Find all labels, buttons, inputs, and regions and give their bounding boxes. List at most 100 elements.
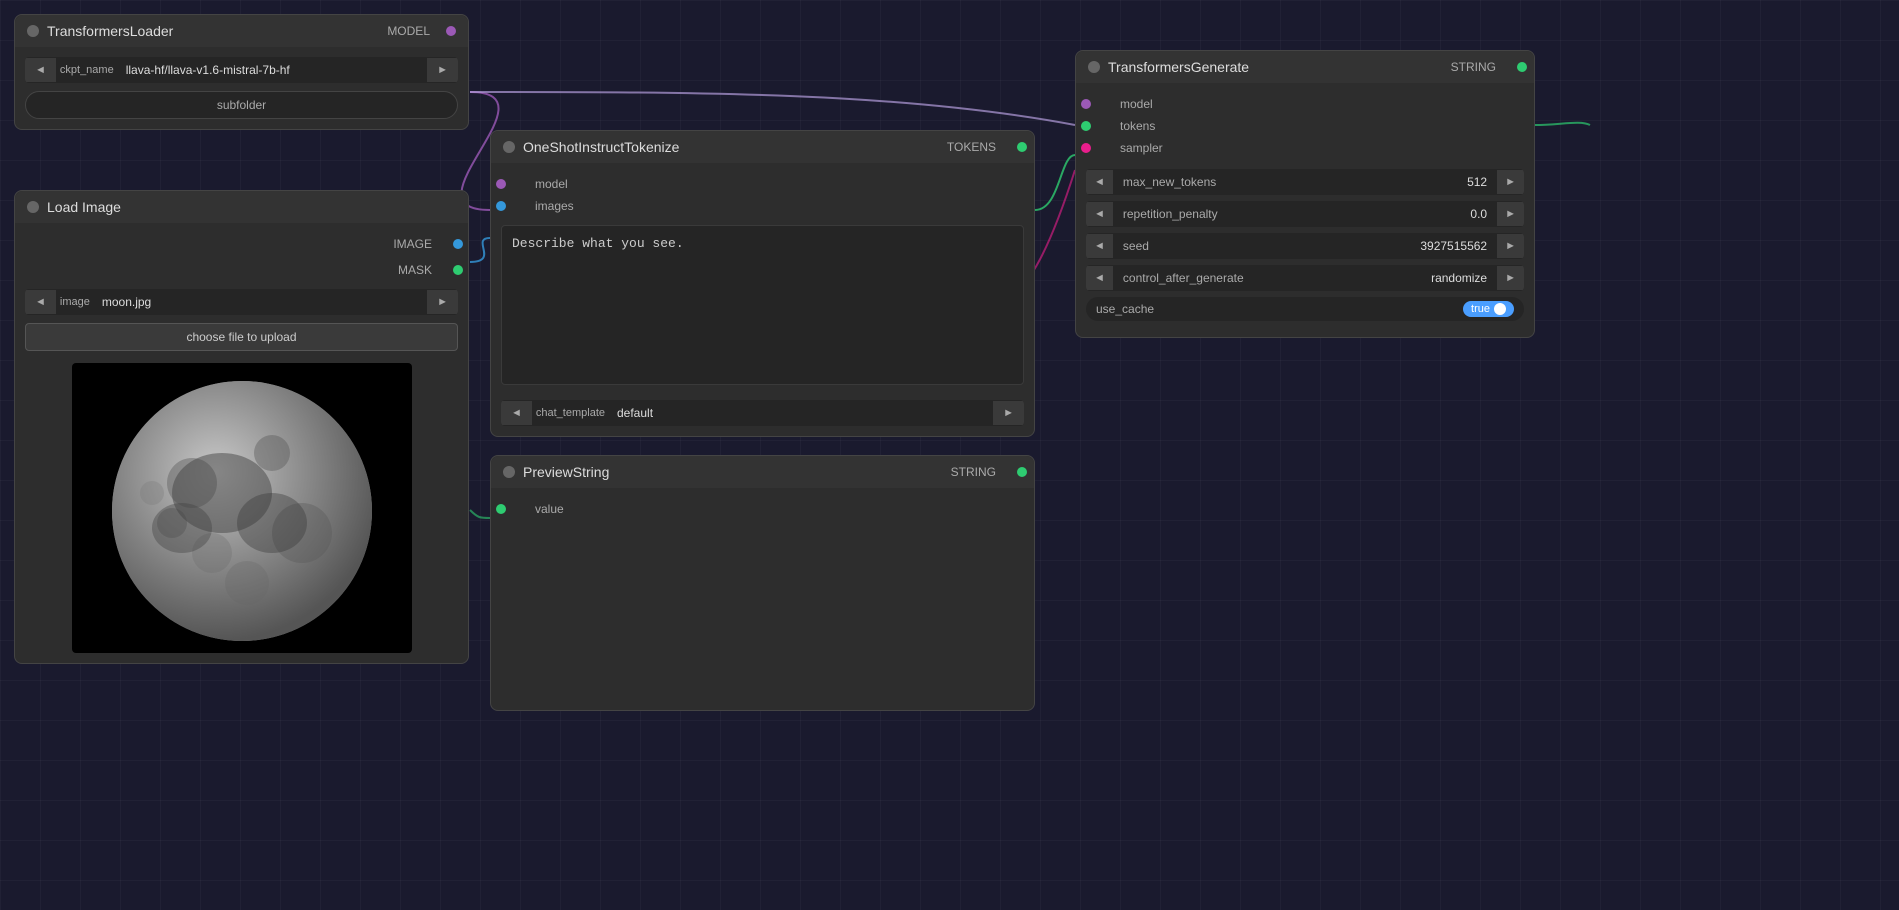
images-input-row: images [501,195,1024,217]
control-after-generate-row: ◄ control_after_generate randomize ► [1086,265,1524,291]
toggle-circle [1494,303,1506,315]
preview-string-node: PreviewString STRING value [490,455,1035,711]
preview-string-content: value [491,488,1034,710]
image-arrow-right[interactable]: ► [427,290,458,314]
transformers-loader-title: TransformersLoader [47,23,173,39]
preview-string-title: PreviewString [523,464,609,480]
chat-template-value: default [609,400,993,426]
seed-label: seed [1113,233,1410,259]
tg-tokens-input-port[interactable] [1081,121,1091,131]
control-after-generate-value: randomize [1417,265,1497,291]
model-input-label: model [535,177,568,191]
transformers-loader-node: TransformersLoader MODEL ◄ ckpt_name lla… [14,14,469,130]
max-new-tokens-row: ◄ max_new_tokens 512 ► [1086,169,1524,195]
tg-sampler-input-label: sampler [1120,141,1163,155]
repetition-penalty-label: repetition_penalty [1113,201,1417,227]
image-preview-container [25,363,458,653]
use-cache-label: use_cache [1096,302,1463,316]
max-new-tokens-value: 512 [1417,169,1497,195]
model-output-label: MODEL [387,24,430,38]
rep-penalty-arrow-left[interactable]: ◄ [1086,202,1113,226]
load-image-content: IMAGE MASK ◄ image moon.jpg ► choose fil… [15,223,468,663]
model-output-port[interactable] [446,26,456,36]
rep-penalty-arrow-right[interactable]: ► [1497,202,1524,226]
image-arrow-left[interactable]: ◄ [25,290,56,314]
ckpt-name-value: llava-hf/llava-v1.6-mistral-7b-hf [118,57,427,83]
prompt-textarea[interactable]: Describe what you see. [501,225,1024,385]
preview-string-header: PreviewString STRING [491,456,1034,488]
image-output-label: IMAGE [393,237,432,251]
string-output-port[interactable] [1017,467,1027,477]
tg-model-input-row: model [1086,93,1524,115]
seed-row: ◄ seed 3927515562 ► [1086,233,1524,259]
images-input-port[interactable] [496,201,506,211]
tg-model-input-port[interactable] [1081,99,1091,109]
chat-template-arrow-left[interactable]: ◄ [501,401,532,425]
oneshot-header: OneShotInstructTokenize TOKENS [491,131,1034,163]
tokens-output-port[interactable] [1017,142,1027,152]
oneshot-status-dot [503,141,515,153]
max-new-tokens-arrow-right[interactable]: ► [1497,170,1524,194]
ckpt-arrow-right[interactable]: ► [427,58,458,82]
transformers-generate-header: TransformersGenerate STRING [1076,51,1534,83]
tg-tokens-input-label: tokens [1120,119,1155,133]
transformers-loader-header: TransformersLoader MODEL [15,15,468,47]
use-cache-value: true [1471,303,1490,315]
use-cache-toggle[interactable]: true [1463,301,1514,317]
mask-output-port[interactable] [453,265,463,275]
max-new-tokens-arrow-left[interactable]: ◄ [1086,170,1113,194]
seed-arrow-left[interactable]: ◄ [1086,234,1113,258]
transformers-generate-title: TransformersGenerate [1108,59,1249,75]
control-after-generate-arrow-right[interactable]: ► [1497,266,1524,290]
control-after-generate-label: control_after_generate [1113,265,1417,291]
tokens-output-label: TOKENS [947,140,996,154]
ckpt-name-row: ◄ ckpt_name llava-hf/llava-v1.6-mistral-… [25,57,458,83]
subfolder-button[interactable]: subfolder [25,91,458,119]
images-input-label: images [535,199,574,213]
transformers-generate-status-dot [1088,61,1100,73]
string-output-label: STRING [951,465,996,479]
tg-tokens-input-row: tokens [1086,115,1524,137]
moon-svg [72,363,412,653]
use-cache-row: use_cache true [1086,297,1524,321]
image-selector-label: image [56,296,94,308]
value-input-port[interactable] [496,504,506,514]
ckpt-name-label: ckpt_name [56,64,118,76]
control-after-generate-arrow-left[interactable]: ◄ [1086,266,1113,290]
chat-template-arrow-right[interactable]: ► [993,401,1024,425]
preview-string-status-dot [503,466,515,478]
tg-sampler-input-row: sampler [1086,137,1524,159]
model-input-row: model [501,173,1024,195]
oneshot-instruct-tokenize-node: OneShotInstructTokenize TOKENS model ima… [490,130,1035,437]
load-image-status-dot [27,201,39,213]
load-image-node: Load Image IMAGE MASK ◄ image moon.jpg ►… [14,190,469,664]
mask-output-label: MASK [398,263,432,277]
oneshot-content: model images Describe what you see. ◄ ch… [491,163,1034,436]
oneshot-title: OneShotInstructTokenize [523,139,679,155]
tg-string-output-port[interactable] [1517,62,1527,72]
value-input-row: value [501,498,1024,520]
ckpt-arrow-left[interactable]: ◄ [25,58,56,82]
value-input-label: value [535,502,564,516]
tg-model-input-label: model [1120,97,1153,111]
transformers-loader-content: ◄ ckpt_name llava-hf/llava-v1.6-mistral-… [15,47,468,129]
repetition-penalty-row: ◄ repetition_penalty 0.0 ► [1086,201,1524,227]
seed-value: 3927515562 [1410,233,1497,259]
chat-template-label: chat_template [532,407,609,419]
image-selector-row: ◄ image moon.jpg ► [25,289,458,315]
moon-image-preview [72,363,412,653]
model-input-port[interactable] [496,179,506,189]
repetition-penalty-value: 0.0 [1417,201,1497,227]
seed-arrow-right[interactable]: ► [1497,234,1524,258]
upload-button[interactable]: choose file to upload [25,323,458,351]
transformers-loader-status-dot [27,25,39,37]
image-file-value: moon.jpg [94,289,427,315]
max-new-tokens-label: max_new_tokens [1113,169,1417,195]
transformers-generate-content: model tokens sampler ◄ max_new_tokens 51… [1076,83,1534,337]
tg-string-output-label: STRING [1451,60,1496,74]
preview-string-output-area [501,520,1024,700]
chat-template-row: ◄ chat_template default ► [501,400,1024,426]
tg-sampler-input-port[interactable] [1081,143,1091,153]
image-output-port[interactable] [453,239,463,249]
transformers-generate-node: TransformersGenerate STRING model tokens… [1075,50,1535,338]
